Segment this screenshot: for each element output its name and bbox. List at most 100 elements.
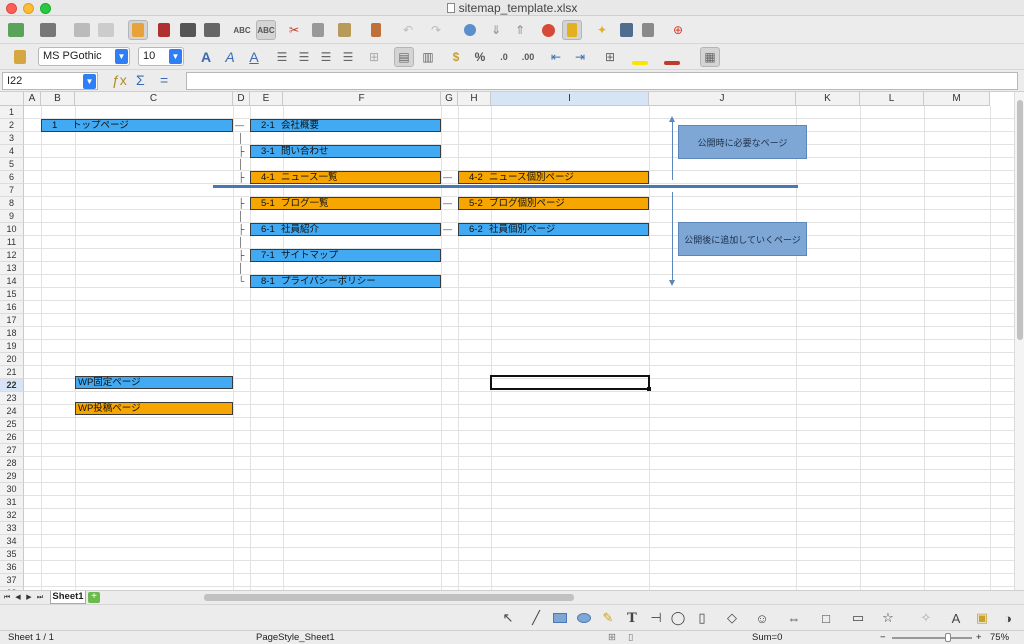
note-before-release[interactable]: 公開時に必要なページ [678, 125, 807, 159]
page-box-top[interactable]: 1 トップページ [41, 119, 233, 132]
page-box-8-1[interactable]: 8-1 プライバシーポリシー [250, 275, 441, 288]
legend-fixed-page[interactable]: WP固定ページ [75, 376, 233, 389]
ellipse-icon[interactable] [574, 609, 594, 627]
currency-icon[interactable]: $ [446, 47, 466, 67]
column-header[interactable]: M [924, 92, 990, 106]
row-header[interactable]: 37 [0, 574, 24, 587]
row-header[interactable]: 12 [0, 249, 24, 262]
column-header-selected[interactable]: I [491, 92, 649, 106]
row-header[interactable]: 25 [0, 418, 24, 431]
underline-icon[interactable]: A [244, 47, 264, 67]
page-box-7-1[interactable]: 7-1 サイトマップ [250, 249, 441, 262]
page-box-4-2[interactable]: 4-2 ニュース個別ページ [458, 171, 649, 184]
cut-icon[interactable]: ✂ [284, 20, 304, 40]
column-header[interactable]: L [860, 92, 924, 106]
column-header[interactable]: A [24, 92, 41, 106]
autospellcheck-icon[interactable]: ABC [256, 20, 276, 40]
add-sheet-icon[interactable]: + [88, 592, 100, 603]
insert-chart-icon[interactable] [538, 20, 558, 40]
gallery-icon[interactable] [616, 20, 636, 40]
rectangle-icon[interactable] [550, 609, 570, 627]
vertical-scroll-thumb[interactable] [1017, 100, 1023, 340]
chevron-down-icon[interactable]: ▼ [169, 49, 182, 64]
extrusion-icon[interactable]: ◑ [998, 609, 1018, 627]
row-header[interactable]: 8 [0, 197, 24, 210]
column-header[interactable]: K [796, 92, 860, 106]
row-header[interactable]: 7 [0, 184, 24, 197]
page-style[interactable]: PageStyle_Sheet1 [256, 631, 335, 644]
row-header[interactable]: 29 [0, 470, 24, 483]
row-header[interactable]: 32 [0, 509, 24, 522]
column-header[interactable]: J [649, 92, 796, 106]
align-left-icon[interactable]: ☰ [272, 47, 292, 67]
previous-sheet-icon[interactable]: ◀ [13, 592, 23, 603]
row-header[interactable]: 23 [0, 392, 24, 405]
name-box[interactable]: I22 ▼ [2, 72, 98, 90]
new-document-icon[interactable] [6, 20, 26, 40]
copy-icon[interactable] [308, 20, 328, 40]
sum-icon[interactable]: Σ [136, 72, 145, 88]
justify-icon[interactable]: ☰ [338, 47, 358, 67]
align-center-icon[interactable]: ☰ [294, 47, 314, 67]
italic-icon[interactable]: A [220, 47, 240, 67]
row-header[interactable]: 21 [0, 366, 24, 379]
page-box-5-2[interactable]: 5-2 ブログ個別ページ [458, 197, 649, 210]
points-icon[interactable]: ✧ [916, 609, 936, 627]
redo-icon[interactable]: ↷ [426, 20, 446, 40]
function-wizard-icon[interactable]: ƒx [112, 72, 127, 88]
column-header[interactable]: G [441, 92, 458, 106]
page-box-6-1[interactable]: 6-1 社員紹介 [250, 223, 441, 236]
spellcheck-icon[interactable]: ABC [232, 20, 252, 40]
page-box-6-2[interactable]: 6-2 社員個別ページ [458, 223, 649, 236]
paste-icon[interactable] [334, 20, 354, 40]
block-arrows-icon[interactable]: ⇔ [784, 609, 804, 627]
row-header[interactable]: 17 [0, 314, 24, 327]
row-header[interactable]: 26 [0, 431, 24, 444]
align-top-icon[interactable]: ▤ [394, 47, 414, 67]
row-header[interactable]: 6 [0, 171, 24, 184]
row-header[interactable]: 13 [0, 262, 24, 275]
row-header[interactable]: 20 [0, 353, 24, 366]
decrease-indent-icon[interactable]: ⇤ [546, 47, 566, 67]
row-header[interactable]: 30 [0, 483, 24, 496]
fontwork-icon[interactable]: A [946, 609, 966, 627]
row-header[interactable]: 16 [0, 301, 24, 314]
column-header[interactable]: F [283, 92, 441, 106]
styles-icon[interactable] [10, 47, 30, 67]
row-header[interactable]: 33 [0, 522, 24, 535]
row-header[interactable]: 28 [0, 457, 24, 470]
last-sheet-icon[interactable]: ⏭ [35, 592, 45, 603]
open-icon[interactable] [38, 20, 58, 40]
connector-icon[interactable]: ⊣ [646, 609, 666, 627]
increase-indent-icon[interactable]: ⇥ [570, 47, 590, 67]
stars-icon[interactable]: ☆ [878, 609, 898, 627]
edit-mode-icon[interactable] [128, 20, 148, 40]
vertical-scrollbar[interactable] [1014, 92, 1024, 590]
freeform-line-icon[interactable]: ✎ [598, 609, 618, 627]
first-sheet-icon[interactable]: ⏮ [2, 592, 12, 603]
font-size-combo[interactable]: 10 ▼ [138, 47, 184, 66]
column-header[interactable]: D [233, 92, 250, 106]
row-header[interactable]: 10 [0, 223, 24, 236]
add-decimal-icon[interactable]: .00 [518, 47, 538, 67]
navigator-icon[interactable]: ✦ [592, 20, 612, 40]
text-icon[interactable]: T [622, 609, 642, 627]
font-color-icon[interactable] [662, 47, 682, 67]
formula-icon[interactable]: = [160, 72, 168, 88]
row-header[interactable]: 14 [0, 275, 24, 288]
line-icon[interactable]: ╱ [526, 609, 546, 627]
zoom-in-icon[interactable]: + [976, 631, 982, 644]
help-icon[interactable]: ⊕ [668, 20, 688, 40]
row-header-selected[interactable]: 22 [0, 379, 24, 392]
sidebar-toggle-icon[interactable]: ▦ [700, 47, 720, 67]
formula-input[interactable] [186, 72, 1018, 90]
borders-icon[interactable]: ⊞ [600, 47, 620, 67]
selected-cell[interactable] [490, 375, 650, 390]
sum-display[interactable]: Sum=0 [752, 631, 782, 644]
callout-icon[interactable]: ◯ [668, 609, 688, 627]
row-header[interactable]: 9 [0, 210, 24, 223]
horizontal-scrollbar[interactable] [204, 594, 574, 601]
save-icon[interactable] [72, 20, 92, 40]
row-header[interactable]: 36 [0, 561, 24, 574]
basic-shapes-icon[interactable]: ◇ [722, 609, 742, 627]
